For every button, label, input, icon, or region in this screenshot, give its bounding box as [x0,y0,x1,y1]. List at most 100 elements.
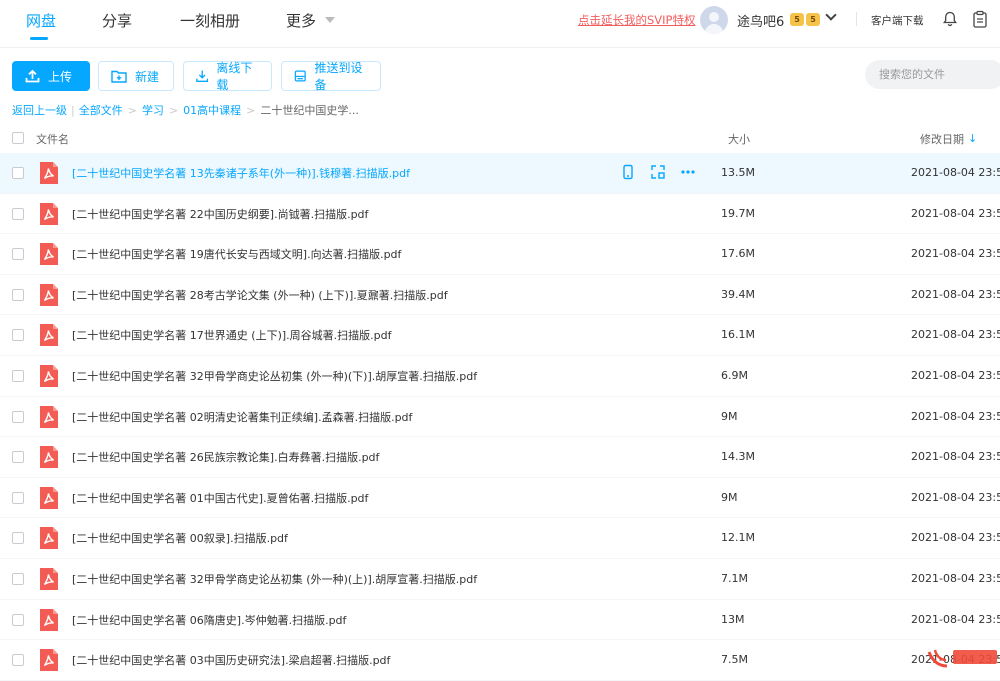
row-checkbox[interactable] [12,167,24,179]
file-name[interactable]: [二十世纪中国史学名著 01中国古代史].夏曾佑著.扫描版.pdf [72,490,368,506]
row-checkbox[interactable] [12,613,24,626]
table-row[interactable]: [二十世纪中国史学名著 01中国古代史].夏曾佑著.扫描版.pdf 9M 2021-… [0,478,1000,519]
row-actions [620,164,696,180]
file-size: 7.1M [721,571,748,585]
file-date: 2021-08-04 23:51 [911,166,1000,179]
pdf-file-icon [38,608,60,632]
upload-button[interactable]: 上传 [12,61,90,91]
row-checkbox[interactable] [12,654,24,667]
pdf-file-icon [38,445,60,469]
username[interactable]: 途鸟吧6 [737,11,784,30]
column-name[interactable]: 文件名 [36,131,69,147]
file-name[interactable]: [二十世纪中国史学名著 17世界通史 (上下)].周谷城著.扫描版.pdf [72,327,391,343]
table-row[interactable]: [二十世纪中国史学名著 02明清史论著集刊正续编].孟森著.扫描版.pdf 9M 2… [0,397,1000,438]
file-size: 6.9M [721,368,748,382]
user-menu-chevron-icon[interactable] [825,9,837,21]
file-name[interactable]: [二十世纪中国史学名著 00叙录].扫描版.pdf [72,530,288,546]
vip-badge: 5 [790,13,804,26]
new-button[interactable]: 新建 [98,61,174,91]
file-name[interactable]: [二十世纪中国史学名著 32甲骨学商史论丛初集 (外一种)(下)].胡厚宣著.扫… [72,368,477,384]
file-name[interactable]: [二十世纪中国史学名著 22中国历史纲要].尚钺著.扫描版.pdf [72,206,368,222]
sort-desc-icon[interactable]: ↓ [968,132,977,145]
table-row[interactable]: [二十世纪中国史学名著 19唐代长安与西域文明].向达著.扫描版.pdf 17.6… [0,234,1000,275]
column-date[interactable]: 修改日期 [920,131,964,147]
table-row[interactable]: [二十世纪中国史学名著 06隋唐史].岑仲勉著.扫描版.pdf 13M 2021-0… [0,600,1000,641]
tab-more[interactable]: 更多 [286,10,316,31]
file-size: 9M [721,490,738,504]
file-name[interactable]: [二十世纪中国史学名著 26民族宗教论集].白寿彝著.扫描版.pdf [72,449,379,465]
pdf-file-icon [38,567,60,591]
offline-download-label: 离线下载 [216,61,253,92]
file-date: 2021-08-04 23:51 [911,247,1000,261]
table-row[interactable]: [二十世纪中国史学名著 32甲骨学商史论丛初集 (外一种)(下)].胡厚宣著.扫… [0,356,1000,397]
push-device-button[interactable]: 推送到设备 [281,61,381,92]
chevron-down-icon[interactable] [325,17,335,23]
file-name[interactable]: [二十世纪中国史学名著 13先秦诸子系年(外一种)].钱穆著.扫描版.pdf [72,165,410,181]
file-name[interactable]: [二十世纪中国史学名著 32甲骨学商史论丛初集 (外一种)(上)].胡厚宣著.扫… [72,571,477,587]
file-size: 16.1M [721,328,755,342]
watermark-logo [927,649,997,668]
back-link[interactable]: 返回上一级 [12,102,67,118]
pdf-file-icon [38,648,60,672]
avatar[interactable] [700,6,728,34]
row-checkbox[interactable] [12,369,24,382]
file-size: 13M [721,612,745,626]
table-row[interactable]: [二十世纪中国史学名著 32甲骨学商史论丛初集 (外一种)(上)].胡厚宣著.扫… [0,559,1000,600]
column-size[interactable]: 大小 [728,131,750,147]
clipboard-icon[interactable] [972,10,988,28]
phone-icon[interactable] [620,164,636,180]
table-row[interactable]: [二十世纪中国史学名著 00叙录].扫描版.pdf 12.1M 2021-08-04… [0,518,1000,559]
file-name[interactable]: [二十世纪中国史学名著 02明清史论著集刊正续编].孟森著.扫描版.pdf [72,409,412,425]
table-header: 文件名 大小 修改日期 ↓ [0,125,1000,153]
tab-share[interactable]: 分享 [102,10,132,31]
share-icon[interactable] [650,164,666,180]
select-all-checkbox[interactable] [12,132,24,144]
new-label: 新建 [135,69,160,84]
row-checkbox[interactable] [12,288,24,301]
file-name[interactable]: [二十世纪中国史学名著 19唐代长安与西域文明].向达著.扫描版.pdf [72,246,401,262]
table-row[interactable]: [二十世纪中国史学名著 26民族宗教论集].白寿彝著.扫描版.pdf 14.3M 2… [0,437,1000,478]
device-icon [294,70,306,82]
pdf-file-icon [38,283,60,307]
row-checkbox[interactable] [12,532,24,545]
table-row[interactable]: [二十世纪中国史学名著 22中国历史纲要].尚钺著.扫描版.pdf 19.7M 20… [0,194,1000,235]
row-checkbox[interactable] [12,410,24,423]
table-row[interactable]: [二十世纪中国史学名著 17世界通史 (上下)].周谷城著.扫描版.pdf 16.… [0,315,1000,356]
file-date: 2021-08-04 23:51 [911,450,1000,464]
row-checkbox[interactable] [12,207,24,220]
breadcrumb-all-files[interactable]: 全部文件 [79,102,123,118]
file-name[interactable]: [二十世纪中国史学名著 03中国历史研究法].梁启超著.扫描版.pdf [72,652,390,668]
pdf-file-icon [38,161,60,185]
svip-promo-link[interactable]: 点击延长我的SVIP特权 [578,12,696,28]
tab-album[interactable]: 一刻相册 [180,10,240,31]
file-date: 2021-08-04 23:51 [911,531,1000,545]
file-size: 9M [721,409,738,423]
table-row[interactable]: [二十世纪中国史学名著 28考古学论文集 (外一种) (上下)].夏鼐著.扫描版… [0,275,1000,316]
table-row[interactable]: [二十世纪中国史学名著 03中国历史研究法].梁启超著.扫描版.pdf 7.5M 2… [0,640,1000,681]
file-date: 2021-08-04 23:51 [911,409,1000,423]
file-name[interactable]: [二十世纪中国史学名著 06隋唐史].岑仲勉著.扫描版.pdf [72,612,346,628]
pdf-file-icon [38,202,60,226]
offline-download-button[interactable]: 离线下载 [183,61,272,92]
more-icon[interactable] [680,164,696,180]
top-nav: 网盘 分享 一刻相册 更多 点击延长我的SVIP特权 途鸟吧6 55 客户端下载 [0,0,1000,48]
file-date: 2021-08-04 23:51 [911,206,1000,220]
file-name[interactable]: [二十世纪中国史学名著 28考古学论文集 (外一种) (上下)].夏鼐著.扫描版… [72,287,448,303]
tab-netdisk[interactable]: 网盘 [26,10,56,31]
file-size: 13.5M [721,166,755,179]
row-checkbox[interactable] [12,572,24,585]
pdf-file-icon [38,486,60,510]
bell-icon[interactable] [942,11,958,27]
row-checkbox[interactable] [12,329,24,342]
search-input[interactable] [865,60,1000,89]
push-device-label: 推送到设备 [314,61,363,92]
breadcrumb-highschool[interactable]: 01高中课程 [183,102,241,118]
row-checkbox[interactable] [12,491,24,504]
pdf-file-icon [38,323,60,347]
client-download-link[interactable]: 客户端下载 [871,13,924,28]
active-tab-indicator [30,37,48,40]
row-checkbox[interactable] [12,451,24,464]
row-checkbox[interactable] [12,248,24,261]
breadcrumb-study[interactable]: 学习 [142,102,164,118]
table-row[interactable]: [二十世纪中国史学名著 13先秦诸子系年(外一种)].钱穆著.扫描版.pdf 13… [0,153,1000,194]
